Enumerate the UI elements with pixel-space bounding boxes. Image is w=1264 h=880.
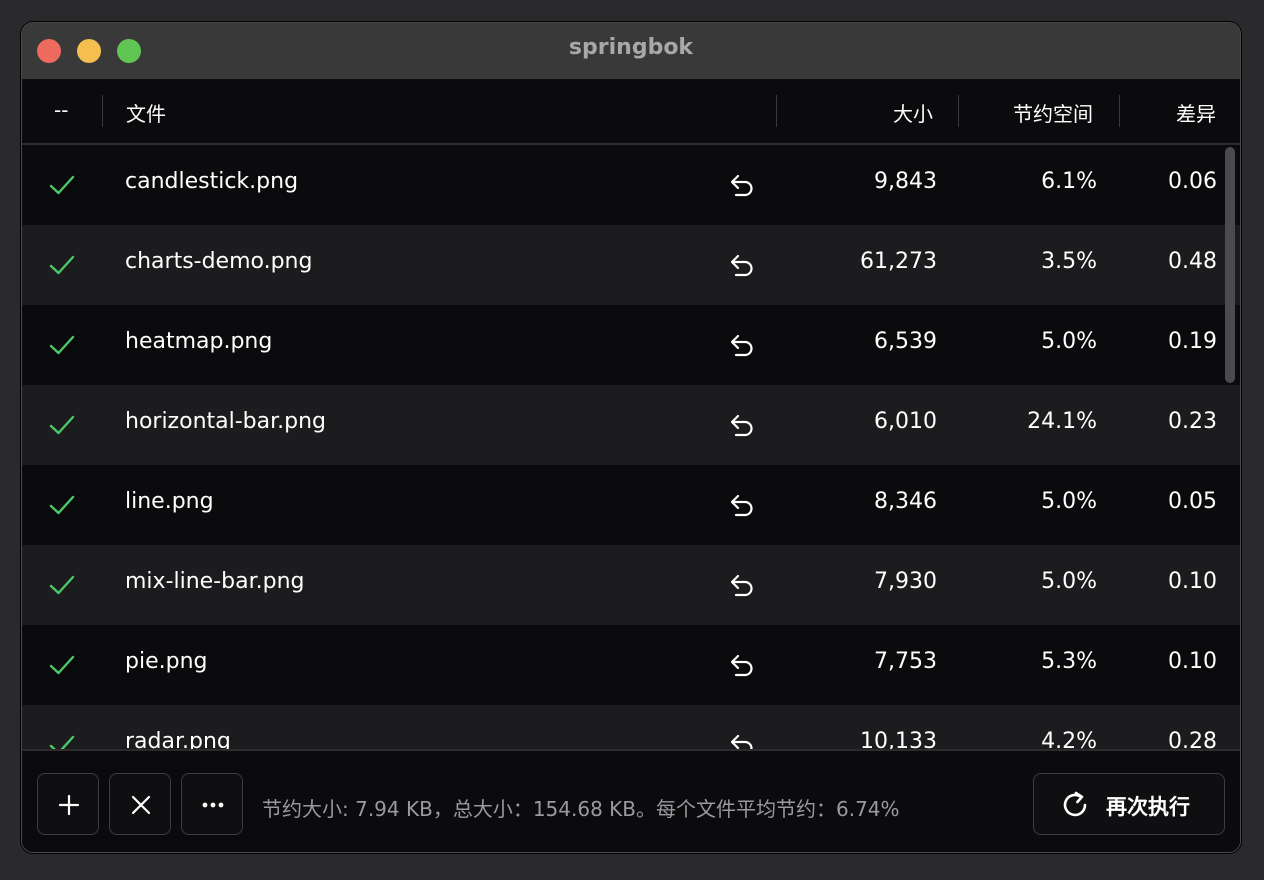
diff-value: 0.28 xyxy=(1168,729,1217,749)
header-status[interactable]: -- xyxy=(54,98,68,122)
summary-status: 节约大小: 7.94 KB，总大小：154.68 KB。每个文件平均节约：6.7… xyxy=(262,797,900,821)
table-row[interactable]: heatmap.png 6,539 5.0% 0.19 xyxy=(22,305,1240,385)
revert-arrow-icon[interactable] xyxy=(726,571,756,601)
table-row[interactable]: mix-line-bar.png 7,930 5.0% 0.10 xyxy=(22,545,1240,625)
x-icon xyxy=(131,795,151,815)
file-name: mix-line-bar.png xyxy=(125,569,305,594)
diff-value: 0.19 xyxy=(1168,329,1217,354)
header-divider xyxy=(776,95,777,127)
table-row[interactable]: radar.png 10,133 4.2% 0.28 xyxy=(22,705,1240,749)
file-size: 61,273 xyxy=(860,249,937,274)
diff-value: 0.48 xyxy=(1168,249,1217,274)
check-icon xyxy=(49,335,75,355)
ellipsis-icon xyxy=(202,802,224,808)
check-icon xyxy=(49,655,75,675)
scrollbar-thumb[interactable] xyxy=(1225,147,1235,383)
title-bar[interactable]: springbok xyxy=(22,23,1240,79)
revert-arrow-icon[interactable] xyxy=(726,251,756,281)
header-file[interactable]: 文件 xyxy=(126,98,166,127)
file-size: 6,010 xyxy=(874,409,937,434)
revert-arrow-icon[interactable] xyxy=(726,491,756,521)
header-divider xyxy=(958,95,959,127)
savings-percent: 5.0% xyxy=(1041,329,1097,354)
savings-percent: 6.1% xyxy=(1041,169,1097,194)
file-name: charts-demo.png xyxy=(125,249,313,274)
table-row[interactable]: pie.png 7,753 5.3% 0.10 xyxy=(22,625,1240,705)
check-icon xyxy=(49,415,75,435)
diff-value: 0.05 xyxy=(1168,489,1217,514)
file-name: candlestick.png xyxy=(125,169,299,194)
table-row[interactable]: line.png 8,346 5.0% 0.05 xyxy=(22,465,1240,545)
window-title: springbok xyxy=(568,35,694,60)
rerun-button[interactable]: 再次执行 xyxy=(1033,773,1225,835)
file-name: pie.png xyxy=(125,649,208,674)
file-size: 10,133 xyxy=(860,729,937,749)
table-row[interactable]: horizontal-bar.png 6,010 24.1% 0.23 xyxy=(22,385,1240,465)
plus-icon xyxy=(58,794,80,816)
revert-arrow-icon[interactable] xyxy=(726,651,756,681)
check-icon xyxy=(49,255,75,275)
diff-value: 0.06 xyxy=(1168,169,1217,194)
file-name: radar.png xyxy=(125,729,231,749)
table-row[interactable]: candlestick.png 9,843 6.1% 0.06 xyxy=(22,145,1240,225)
footer-toolbar: 节约大小: 7.94 KB，总大小：154.68 KB。每个文件平均节约：6.7… xyxy=(22,749,1240,852)
savings-percent: 5.3% xyxy=(1041,649,1097,674)
file-size: 7,930 xyxy=(874,569,937,594)
savings-percent: 5.0% xyxy=(1041,569,1097,594)
savings-percent: 5.0% xyxy=(1041,489,1097,514)
refresh-icon xyxy=(1063,791,1087,817)
header-divider xyxy=(102,95,103,127)
check-icon xyxy=(49,175,75,195)
header-divider xyxy=(1119,95,1120,127)
revert-arrow-icon[interactable] xyxy=(726,411,756,441)
more-options-button[interactable] xyxy=(181,773,243,835)
file-name: line.png xyxy=(125,489,214,514)
rerun-label: 再次执行 xyxy=(1106,795,1190,819)
diff-value: 0.23 xyxy=(1168,409,1217,434)
revert-arrow-icon[interactable] xyxy=(726,331,756,361)
file-size: 6,539 xyxy=(874,329,937,354)
check-icon xyxy=(49,495,75,515)
header-savings[interactable]: 节约空间 xyxy=(1013,98,1093,127)
diff-value: 0.10 xyxy=(1168,569,1217,594)
file-size: 9,843 xyxy=(874,169,937,194)
file-list[interactable]: candlestick.png 9,843 6.1% 0.06 charts-demo.… xyxy=(22,145,1240,749)
savings-percent: 3.5% xyxy=(1041,249,1097,274)
add-files-button[interactable] xyxy=(37,773,99,835)
clear-list-button[interactable] xyxy=(109,773,171,835)
header-diff[interactable]: 差异 xyxy=(1176,98,1216,127)
diff-value: 0.10 xyxy=(1168,649,1217,674)
file-name: horizontal-bar.png xyxy=(125,409,327,434)
check-icon xyxy=(49,735,75,749)
table-row[interactable]: charts-demo.png 61,273 3.5% 0.48 xyxy=(22,225,1240,305)
check-icon xyxy=(49,575,75,595)
revert-arrow-icon[interactable] xyxy=(726,171,756,201)
revert-arrow-icon[interactable] xyxy=(726,731,756,749)
savings-percent: 4.2% xyxy=(1041,729,1097,749)
header-size[interactable]: 大小 xyxy=(893,98,933,127)
table-header: -- 文件 大小 节约空间 差异 xyxy=(22,79,1240,145)
savings-percent: 24.1% xyxy=(1027,409,1097,434)
file-name: heatmap.png xyxy=(125,329,273,354)
file-size: 7,753 xyxy=(874,649,937,674)
app-window: springbok -- 文件 大小 节约空间 差异 candlestick.p… xyxy=(21,22,1241,853)
file-size: 8,346 xyxy=(874,489,937,514)
